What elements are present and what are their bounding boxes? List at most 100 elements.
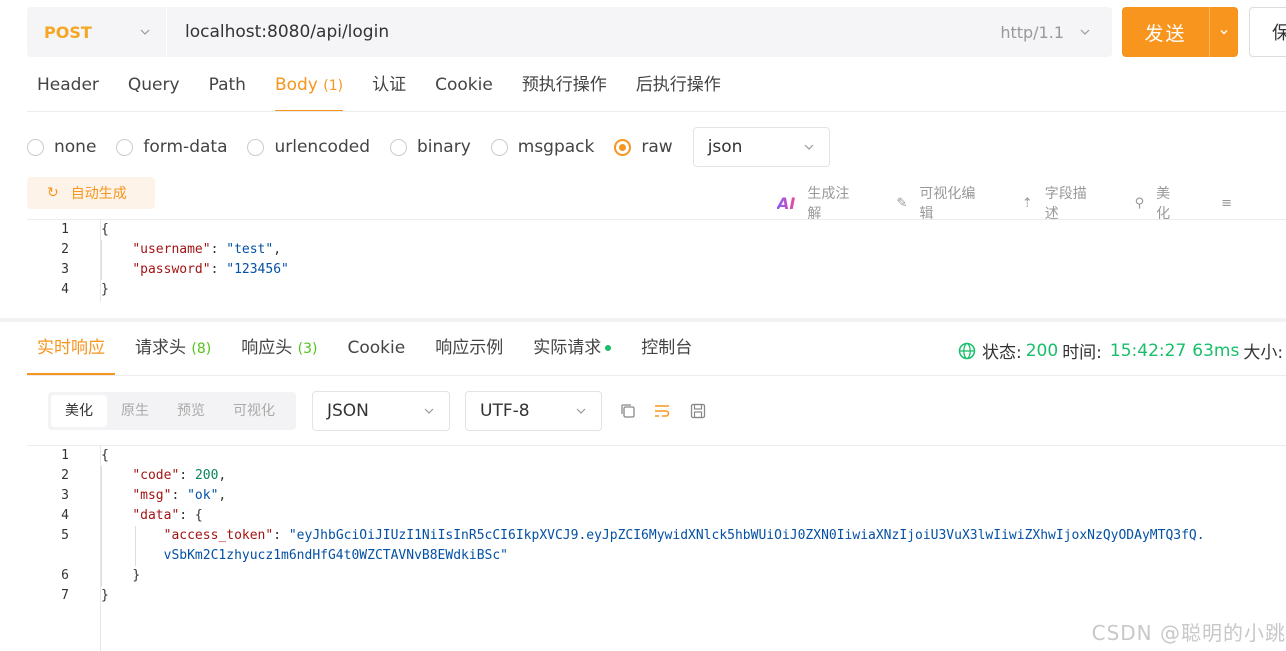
code-token: , [273,242,282,257]
code-token: , [218,488,227,503]
code-token: 200 [194,468,219,483]
code-line: 4} [27,280,289,300]
tab-auth[interactable]: 认证 [372,72,406,112]
view-mode-raw[interactable]: 原生 [107,395,163,427]
code-token: "eyJhbGciOiJIUzI1NiIsInR5cCI6IkpXVCJ9.ey… [288,528,1205,543]
chevron-down-icon [804,142,814,152]
more-tools-button[interactable]: ≡ [1221,196,1244,211]
save-icon[interactable] [689,402,707,420]
field-description-button[interactable]: ⇡ 字段描述 [1022,183,1093,223]
radio-label: form-data [143,137,228,157]
code-token: } [101,588,109,603]
radio-form-data[interactable]: form-data [116,137,227,157]
auto-generate-button[interactable]: ↻ 自动生成 [27,177,155,209]
url-input[interactable]: localhost:8080/api/login [167,22,1000,42]
code-line: 7} [27,586,1205,606]
radio-dot [116,138,134,156]
code-line: 1{ [27,446,1205,466]
tab-cookie[interactable]: Cookie [435,72,493,112]
method-select[interactable]: POST [27,7,167,57]
tab-console[interactable]: 控制台 [631,330,702,375]
tab-label: 响应示例 [435,338,504,358]
code-line: 2 "username": "test", [27,240,289,260]
status-dot [605,345,612,351]
select-value: JSON [327,401,369,421]
tab-response-example[interactable]: 响应示例 [425,330,513,375]
radio-dot [490,138,508,156]
radio-none[interactable]: none [27,137,96,157]
code-line: 5 "access_token": "eyJhbGciOiJIUzI1NiIsI… [27,526,1205,546]
radio-dot [614,138,632,156]
chevron-down-icon [140,27,150,37]
pane-divider[interactable] [0,318,1286,322]
request-body-editor[interactable]: 1{2 "username": "test", 3 "password": "12… [27,220,289,300]
radio-urlencoded[interactable]: urlencoded [247,137,370,157]
view-mode-preview[interactable]: 预览 [163,395,219,427]
tab-query[interactable]: Query [128,72,180,112]
tab-response-headers[interactable]: 响应头 (3) [231,330,327,375]
tab-path[interactable]: Path [209,72,246,112]
magic-wand-icon: ⚲ [1134,195,1145,211]
code-line: vSbKm2C1zhyucz1m6ndHfG4t0WZCTAVNvB8EWdki… [27,546,1205,566]
tab-header[interactable]: Header [37,72,99,112]
line-number: 2 [61,468,69,483]
code-token: "access_token" [163,528,274,543]
save-button[interactable]: 保 [1249,7,1286,57]
time-label: 时间: [1062,343,1102,363]
send-button[interactable]: 发送 [1122,7,1238,57]
code-text: { [71,220,109,240]
send-options-button[interactable] [1210,27,1238,37]
code-token: { [101,448,109,463]
body-format-select[interactable]: json [692,127,830,167]
code-token: "msg" [132,488,172,503]
view-mode-visual[interactable]: 可视化 [219,395,289,427]
tab-label: 实时响应 [37,338,105,358]
code-token: } [132,568,141,583]
line-number: 2 [61,242,69,257]
tab-actual-request[interactable]: 实际请求 [523,330,621,375]
tab-cookie[interactable]: Cookie [338,330,416,375]
code-text: } [71,586,109,606]
edit-icon: ✎ [896,195,908,211]
encoding-select[interactable]: UTF-8 [465,391,602,431]
indent-guide [101,466,102,586]
tool-label: 美化 [1156,186,1171,222]
time-value: 15:42:27 [1109,340,1187,361]
beautify-button[interactable]: ⚲ 美化 [1135,183,1179,223]
chevron-down-icon [1220,30,1228,35]
code-line: 3 "msg": "ok", [27,486,1205,506]
copy-icon[interactable] [619,402,637,420]
chevron-down-icon [576,406,586,416]
tab-count: (3) [297,341,318,357]
radio-label: msgpack [517,137,595,157]
line-number: 1 [61,222,69,237]
code-text: { [71,446,109,466]
radio-binary[interactable]: binary [390,137,471,157]
chevron-down-icon [424,406,434,416]
response-body-viewer[interactable]: 1{2 "code": 200, 3 "msg": "ok", 4 "data": … [27,446,1205,606]
tab-body[interactable]: Body (1) [274,72,344,112]
tab-request-headers[interactable]: 请求头 (8) [125,330,221,375]
upload-icon: ⇡ [1021,195,1033,211]
http-version-select[interactable]: http/1.1 [1000,23,1064,42]
tab-post-script[interactable]: 后执行操作 [636,72,721,112]
radio-raw[interactable]: raw [614,137,673,157]
radio-label: binary [417,137,471,157]
radio-label: raw [641,137,673,157]
view-mode-beautify[interactable]: 美化 [51,395,107,427]
radio-msgpack[interactable]: msgpack [490,137,595,157]
generate-annotation-button[interactable]: AI 生成注解 [777,183,854,223]
wrap-lines-icon[interactable] [653,402,671,420]
visual-edit-button[interactable]: ✎ 可视化编辑 [896,183,979,223]
refresh-icon: ↻ [47,185,59,201]
response-format-select[interactable]: JSON [312,391,450,431]
tab-live-response[interactable]: 实时响应 [27,330,115,375]
radio-dot [27,138,44,156]
code-text: "password": "123456" [71,260,289,280]
tab-label: Cookie [435,75,493,95]
code-token: } [101,282,109,297]
divider [27,375,1286,376]
tab-pre-script[interactable]: 预执行操作 [522,72,607,112]
tool-label: 字段描述 [1044,186,1087,222]
tab-label: 后执行操作 [635,75,721,95]
